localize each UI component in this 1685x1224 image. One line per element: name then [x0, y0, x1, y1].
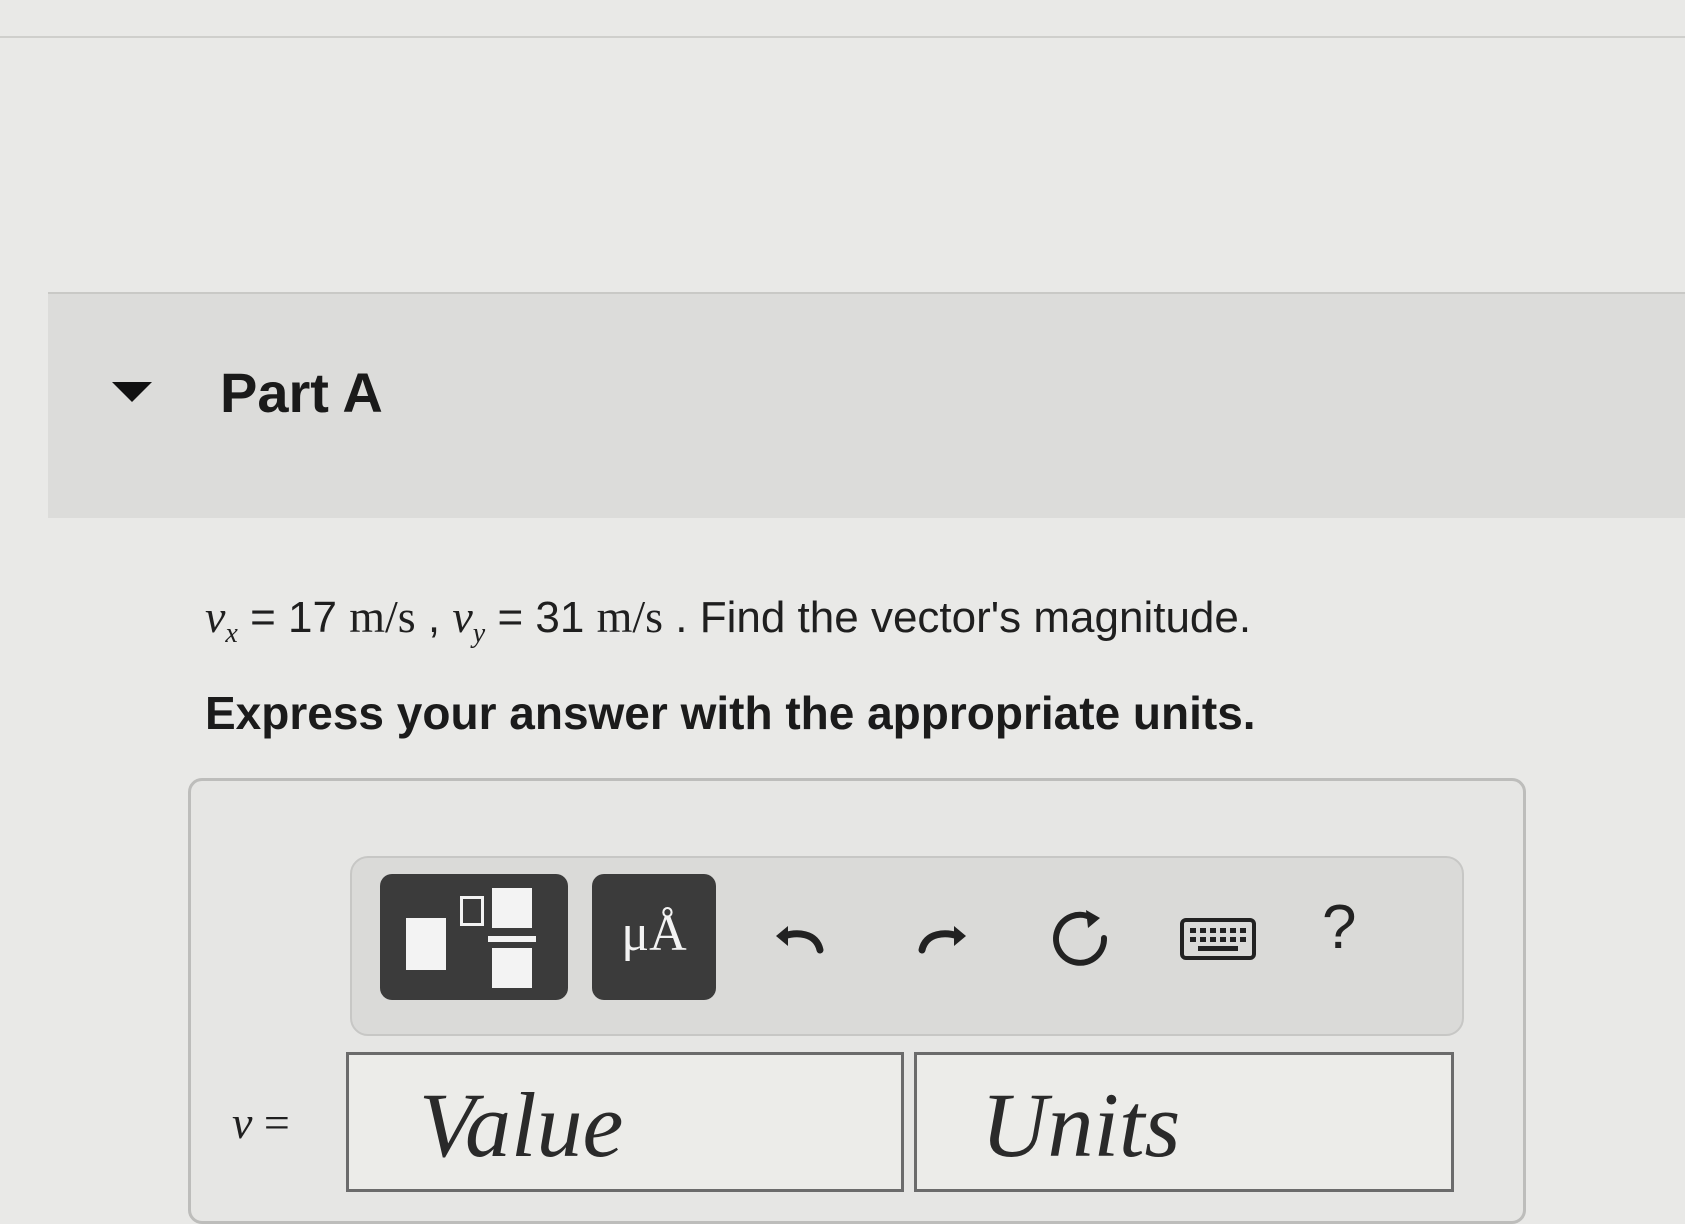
units-icon: μÅ: [621, 905, 687, 962]
keyboard-icon[interactable]: [1178, 902, 1258, 972]
math-toolbar: μÅ ?: [350, 856, 1464, 1036]
question-text: vx = 17 m/s , vy = 31 m/s . Find the vec…: [205, 591, 1252, 650]
help-button[interactable]: ?: [1322, 892, 1356, 963]
undo-icon[interactable]: [766, 902, 836, 972]
redo-icon[interactable]: [906, 902, 976, 972]
part-title: Part A: [220, 361, 383, 424]
instruction-text: Express your answer with the appropriate…: [205, 687, 1256, 739]
vx-value: 17: [288, 593, 337, 642]
question-prompt: . Find the vector's magnitude.: [675, 593, 1252, 642]
units-button[interactable]: μÅ: [592, 874, 716, 1000]
templates-button[interactable]: [380, 874, 568, 1000]
value-input[interactable]: Value: [346, 1052, 904, 1192]
vy-unit: m/s: [596, 591, 664, 642]
reset-icon[interactable]: [1046, 902, 1116, 972]
part-a-header[interactable]: Part A: [48, 292, 1685, 518]
caret-down-icon[interactable]: [112, 382, 152, 402]
vy-symbol: vy: [452, 591, 486, 650]
vx-unit: m/s: [349, 591, 416, 642]
top-divider: [0, 36, 1685, 38]
units-input[interactable]: Units: [914, 1052, 1454, 1192]
vy-value: 31: [535, 593, 585, 642]
answer-label: v =: [232, 1097, 290, 1148]
templates-icon: [406, 918, 446, 970]
vx-symbol: vx: [205, 591, 238, 650]
